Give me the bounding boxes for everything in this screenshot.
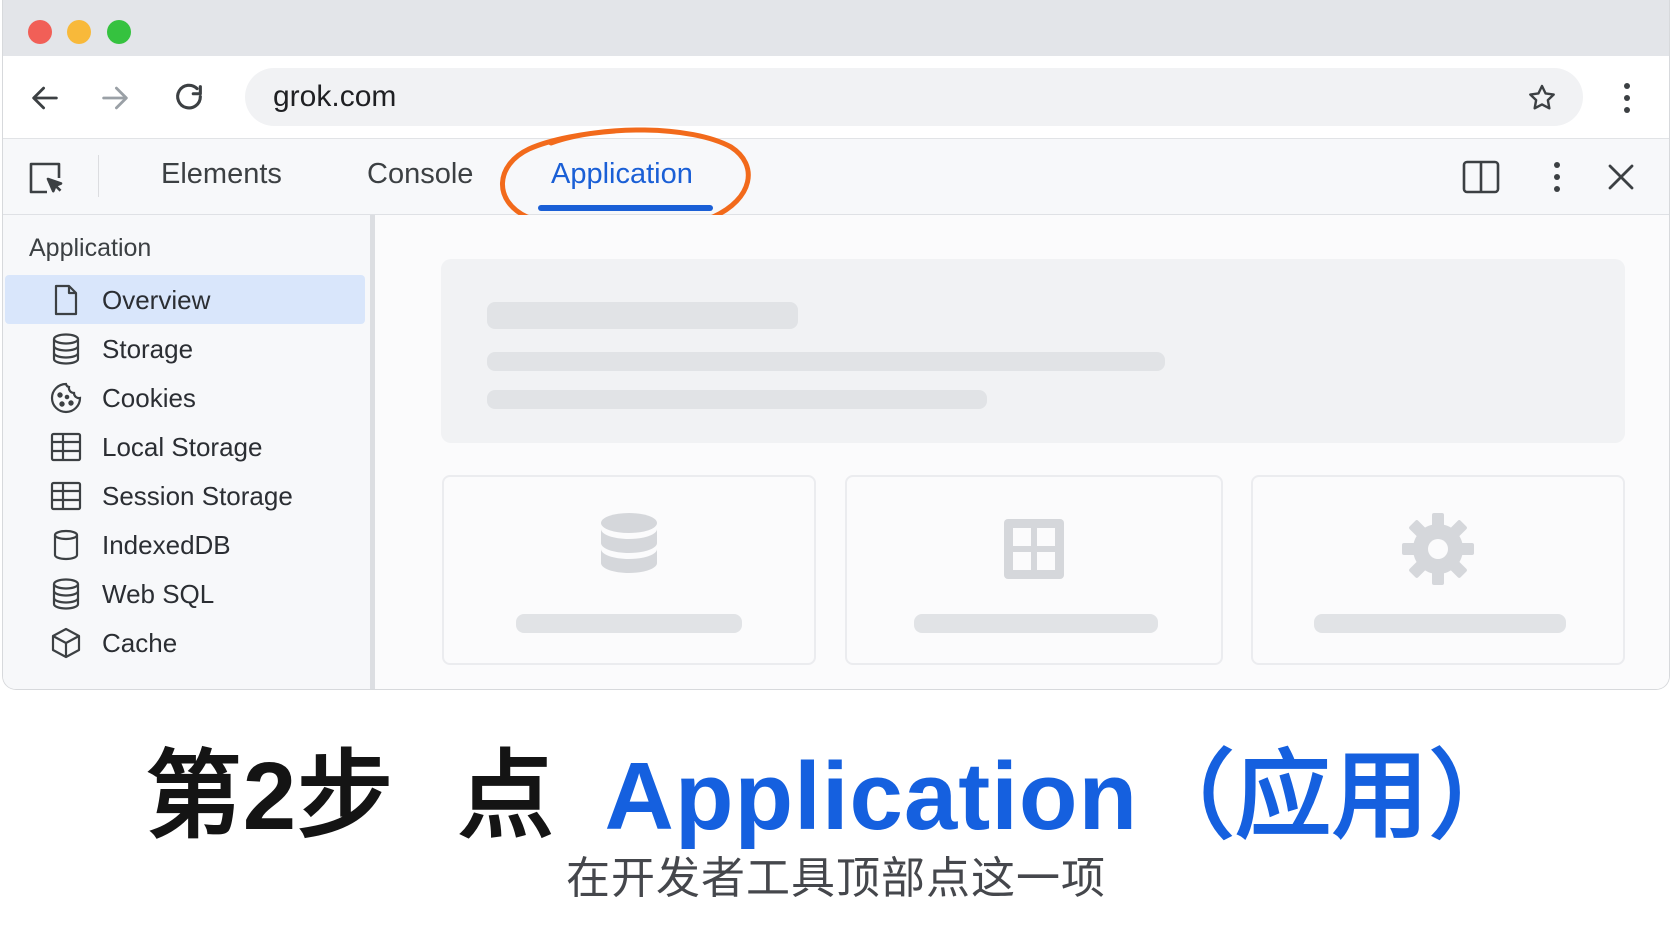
sidebar-item-indexeddb[interactable]: IndexedDB [5, 520, 365, 569]
grid-icon [1004, 519, 1064, 579]
skeleton-title [487, 302, 798, 329]
skeleton-line [487, 352, 1165, 371]
close-devtools-button[interactable] [1601, 157, 1641, 197]
maximize-window-button[interactable] [107, 20, 131, 44]
forward-button[interactable] [95, 78, 135, 118]
step-number: 第2步 [145, 743, 395, 850]
back-button[interactable] [25, 78, 65, 118]
sidebar-item-session-storage[interactable]: Session Storage [5, 471, 365, 520]
sidebar-item-label: Cookies [102, 383, 196, 413]
reload-button[interactable] [169, 78, 209, 118]
sidebar-item-label: Session Storage [102, 481, 293, 511]
step-subtitle: 在开发者工具顶部点这一项 [566, 854, 1106, 903]
sidebar-item-label: Cache [102, 628, 178, 658]
sidebar-item-web-sql[interactable]: Web SQL [5, 569, 365, 618]
step-target: Application（应用） [604, 743, 1527, 850]
sidebar-item-label: Overview [102, 285, 211, 315]
more-vertical-icon [1624, 83, 1630, 113]
minimize-window-button[interactable] [67, 20, 91, 44]
active-tab-indicator [538, 205, 713, 211]
database-icon [52, 578, 80, 610]
application-main-panel [375, 215, 1669, 689]
close-window-button[interactable] [28, 20, 52, 44]
sidebar-item-label: IndexedDB [102, 530, 231, 560]
table-placeholder-card [845, 475, 1223, 665]
arrow-left-icon [32, 86, 58, 110]
sidebar-item-label: Web SQL [102, 579, 215, 609]
cube-icon [51, 627, 81, 659]
database-icon [52, 333, 80, 365]
tab-application[interactable]: Application [551, 158, 693, 191]
database-icon [601, 513, 657, 573]
sidebar-item-storage[interactable]: Storage [5, 324, 365, 373]
sidebar-item-overview[interactable]: Overview [5, 275, 365, 324]
sidebar-item-label: Local Storage [102, 432, 263, 462]
gear-icon [1402, 513, 1474, 585]
toolbar-divider [98, 155, 99, 197]
browser-window: grok.com Elements Console Application Ap… [2, 0, 1670, 690]
skeleton-line [516, 614, 742, 633]
address-bar[interactable]: grok.com [245, 68, 1583, 126]
sidebar-heading: Application [29, 234, 152, 262]
cylinder-icon [53, 529, 79, 561]
inspect-element-button[interactable] [27, 159, 67, 199]
skeleton-line [487, 390, 987, 409]
table-icon [50, 481, 82, 511]
inspect-icon [29, 162, 63, 194]
browser-toolbar: grok.com [3, 56, 1669, 139]
star-icon [1529, 84, 1555, 110]
settings-placeholder-card [1251, 475, 1625, 665]
sidebar-item-cookies[interactable]: Cookies [5, 373, 365, 422]
document-icon [54, 284, 78, 316]
storage-placeholder-card [442, 475, 816, 665]
sidebar-item-local-storage[interactable]: Local Storage [5, 422, 365, 471]
bookmark-button[interactable] [1525, 81, 1559, 115]
arrow-right-icon [102, 86, 128, 110]
step-action: 点 [457, 743, 555, 850]
title-bar [3, 0, 1669, 56]
cookie-icon [50, 382, 82, 414]
reload-icon [176, 83, 202, 110]
devtools-tab-bar: Elements Console Application [3, 127, 1669, 234]
tab-elements[interactable]: Elements [161, 158, 282, 191]
skeleton-line [1314, 614, 1566, 633]
url-text[interactable]: grok.com [273, 80, 396, 114]
overview-placeholder-card [441, 259, 1625, 443]
sidebar-item-cache[interactable]: Cache [5, 618, 365, 667]
devtools-menu-button[interactable] [1545, 157, 1569, 197]
step-caption: 第2步 点 Application（应用） [0, 718, 1672, 857]
skeleton-line [914, 614, 1158, 633]
browser-menu-button[interactable] [1615, 78, 1639, 118]
more-vertical-icon [1554, 162, 1560, 192]
application-sidebar: Application Overview Storage Cookies Loc… [3, 215, 375, 689]
sidebar-item-label: Storage [102, 334, 194, 364]
split-panel-icon [1462, 160, 1500, 194]
dock-side-button[interactable] [1461, 159, 1501, 195]
table-icon [50, 432, 82, 462]
close-icon [1608, 164, 1634, 190]
tab-console[interactable]: Console [367, 158, 473, 191]
